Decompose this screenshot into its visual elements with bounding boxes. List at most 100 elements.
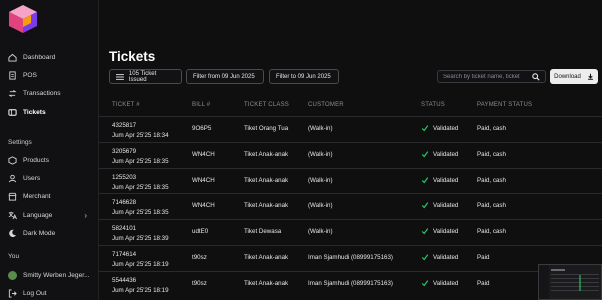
- sidebar-item-products[interactable]: Products: [0, 151, 99, 169]
- ticket-issued-label: 105 Ticket Issued: [128, 70, 157, 83]
- status-text: Validated: [433, 253, 459, 261]
- table-row[interactable]: 5544436 Jum Apr 25'25 18:19 t90sz Tiket Ana…: [99, 271, 602, 296]
- table-row[interactable]: 1255203 Jum Apr 25'25 18:35 WN4CH Tiket Ana…: [99, 168, 602, 193]
- ticket-class: Tiket Orang Tua: [244, 125, 289, 132]
- payment-status: Paid, cash: [477, 177, 506, 184]
- search-input[interactable]: [443, 73, 529, 80]
- sidebar-item-label: Language: [23, 211, 53, 219]
- products-icon: [8, 155, 17, 165]
- bill-number: 9O6P5: [192, 125, 212, 132]
- check-icon: [421, 228, 429, 235]
- ticket-date: Jum Apr 25'25 18:39: [112, 234, 169, 242]
- sidebar-item-label: Dashboard: [23, 53, 56, 61]
- sidebar-item-language[interactable]: Language ›: [0, 206, 99, 224]
- customer: (Walk-in): [308, 151, 333, 158]
- search-box[interactable]: [437, 70, 546, 83]
- screenshot-thumbnail[interactable]: [538, 264, 602, 300]
- logout-label: Log Out: [23, 290, 47, 297]
- payment-status: Paid, cash: [477, 151, 506, 158]
- sidebar-item-label: POS: [23, 71, 37, 79]
- ticket-number: 3205679: [112, 148, 137, 155]
- download-label: Download: [554, 73, 581, 80]
- payment-status: Paid: [477, 280, 490, 287]
- payment-status: Paid, cash: [477, 125, 506, 132]
- sidebar: Dashboard POS Transactions Tickets Setti…: [0, 0, 99, 300]
- customer: (Walk-in): [308, 177, 333, 184]
- sidebar-item-pos[interactable]: POS: [0, 66, 99, 84]
- filter-from-button[interactable]: Filter from 09 Jun 2025: [186, 69, 264, 84]
- sidebar-item-label: Tickets: [23, 108, 46, 116]
- thumbnail-preview-icon: [539, 265, 599, 299]
- col-payment-status: PAYMENT STATUS: [477, 102, 533, 108]
- ticket-cell: 7146628 Jum Apr 25'25 18:35: [112, 198, 169, 217]
- table-row[interactable]: 7146628 Jum Apr 25'25 18:35 WN4CH Tiket Ana…: [99, 193, 602, 218]
- ticket-cell: 4325817 Jum Apr 25'25 18:34: [112, 121, 169, 140]
- receipt-icon: [8, 70, 17, 80]
- ticket-class: Tiket Anak-anak: [244, 280, 289, 287]
- table-row[interactable]: 4325817 Jum Apr 25'25 18:34 9O6P5 Tiket Ora…: [99, 116, 602, 141]
- settings-section-label: Settings: [8, 139, 32, 146]
- sidebar-item-dashboard[interactable]: Dashboard: [0, 48, 99, 66]
- table-row[interactable]: 5824101 Jum Apr 25'25 18:39 udtE0 Tiket Dew…: [99, 219, 602, 244]
- col-customer: CUSTOMER: [308, 102, 344, 108]
- check-icon: [421, 280, 429, 287]
- ticket-date: Jum Apr 25'25 18:19: [112, 286, 169, 294]
- check-icon: [421, 151, 429, 158]
- bill-number: WN4CH: [192, 202, 215, 209]
- download-button[interactable]: Download: [550, 69, 598, 84]
- app-logo: [9, 5, 37, 33]
- language-icon: [8, 211, 17, 220]
- payment-status: Paid, cash: [477, 228, 506, 235]
- sidebar-item-merchant[interactable]: Merchant: [0, 187, 99, 205]
- status-badge: Validated: [421, 201, 458, 209]
- ticket-cell: 7174614 Jum Apr 25'25 18:19: [112, 250, 169, 269]
- table-row[interactable]: 3205679 Jum Apr 25'25 18:35 WN4CH Tiket Ana…: [99, 142, 602, 167]
- ticket-date: Jum Apr 25'25 18:35: [112, 183, 169, 191]
- col-ticket-class: TICKET CLASS: [244, 102, 289, 108]
- user-name: Smitty Werben Jeger...: [23, 271, 90, 279]
- customer: (Walk-in): [308, 228, 333, 235]
- ticket-class: Tiket Anak-anak: [244, 254, 289, 261]
- search-icon[interactable]: [532, 72, 540, 81]
- ticket-icon: [8, 108, 17, 117]
- status-text: Validated: [433, 124, 459, 132]
- col-bill: BILL #: [192, 102, 211, 108]
- filter-to-label: Filter to 09 Jun 2025: [276, 73, 331, 80]
- payment-status: Paid: [477, 254, 490, 261]
- ticket-number: 7174614: [112, 251, 137, 258]
- status-badge: Validated: [421, 124, 458, 132]
- avatar: [8, 270, 17, 280]
- ticket-cell: 1255203 Jum Apr 25'25 18:35: [112, 173, 169, 192]
- check-icon: [421, 125, 429, 132]
- user-profile[interactable]: Smitty Werben Jeger...: [0, 266, 99, 284]
- status-text: Validated: [433, 201, 459, 209]
- bill-number: WN4CH: [192, 177, 215, 184]
- page-title: Tickets: [109, 49, 156, 64]
- col-status: STATUS: [421, 102, 445, 108]
- sidebar-item-transactions[interactable]: Transactions: [0, 84, 99, 102]
- ticket-issued-chip[interactable]: 105 Ticket Issued: [109, 69, 182, 84]
- status-badge: Validated: [421, 176, 458, 184]
- status-badge: Validated: [421, 253, 458, 261]
- filter-to-button[interactable]: Filter to 09 Jun 2025: [269, 69, 339, 84]
- sidebar-item-label: Dark Mode: [23, 229, 56, 237]
- ticket-number: 7146628: [112, 199, 137, 206]
- logout-button[interactable]: Log Out: [0, 287, 99, 300]
- home-icon: [8, 53, 17, 62]
- sidebar-item-label: Transactions: [23, 89, 61, 97]
- ticket-number: 5544436: [112, 277, 137, 284]
- check-icon: [421, 177, 429, 184]
- sidebar-item-tickets[interactable]: Tickets: [0, 103, 99, 121]
- ticket-cell: 3205679 Jum Apr 25'25 18:35: [112, 147, 169, 166]
- col-ticket: TICKET #: [112, 102, 140, 108]
- ticket-number: 4325817: [112, 122, 137, 129]
- status-text: Validated: [433, 150, 459, 158]
- check-icon: [421, 254, 429, 261]
- logout-icon: [8, 289, 17, 298]
- sidebar-item-users[interactable]: Users: [0, 169, 99, 187]
- you-section-label: You: [8, 253, 20, 260]
- sidebar-item-dark-mode[interactable]: Dark Mode: [0, 224, 99, 242]
- payment-status: Paid, cash: [477, 202, 506, 209]
- table-row[interactable]: 7174614 Jum Apr 25'25 18:19 t90sz Tiket Ana…: [99, 245, 602, 270]
- download-icon: [587, 73, 593, 80]
